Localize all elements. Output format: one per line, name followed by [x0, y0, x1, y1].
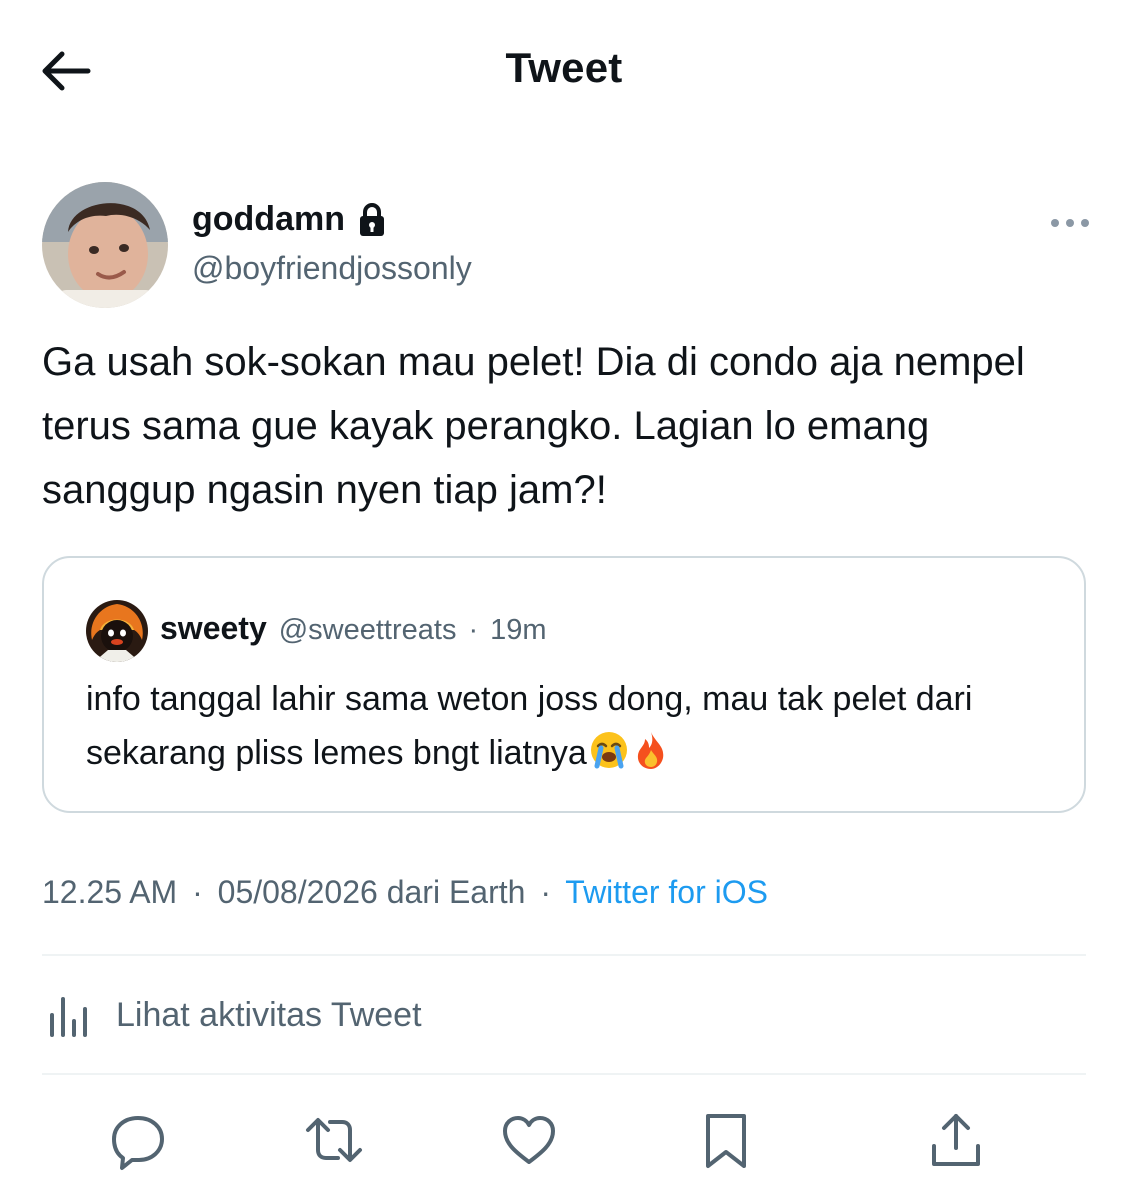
quoted-text-content: info tanggal lahir sama weton joss dong,… — [86, 680, 973, 772]
top-header: Tweet — [0, 0, 1128, 140]
tweet-time: 12.25 AM — [42, 874, 178, 910]
quoted-author-avatar[interactable] — [86, 600, 148, 662]
meta-separator: · — [192, 874, 203, 910]
view-tweet-activity-label: Lihat aktivitas Tweet — [116, 995, 422, 1034]
author-avatar[interactable] — [42, 182, 168, 308]
quoted-author-name: sweety — [160, 610, 267, 646]
bookmark-icon — [706, 1114, 746, 1168]
reply-icon — [112, 1116, 164, 1170]
quoted-tweet-text: info tanggal lahir sama weton joss dong,… — [86, 672, 1056, 780]
quoted-tweet-header: sweety @sweettreats · 19m — [160, 610, 547, 647]
author-handle[interactable]: @boyfriendjossonly — [192, 250, 472, 287]
retweet-button[interactable] — [302, 1108, 366, 1172]
tweet-detail-page: Tweet goddamn @boyfriendjossonly Ga usah… — [0, 0, 1128, 1200]
quoted-separator: · — [468, 614, 479, 646]
tweet-source-link[interactable]: Twitter for iOS — [565, 874, 768, 910]
tweet-metadata: 12.25 AM · 05/08/2026 dari Earth · Twitt… — [42, 874, 768, 911]
more-options-button[interactable] — [1048, 210, 1092, 236]
share-button[interactable] — [924, 1108, 988, 1172]
page-title: Tweet — [505, 44, 623, 91]
lock-icon — [359, 202, 384, 236]
bar-chart-icon — [50, 997, 87, 1037]
quoted-tweet-card[interactable]: sweety @sweettreats · 19m info tanggal l… — [42, 556, 1086, 813]
quoted-timestamp: 19m — [490, 614, 547, 646]
divider — [42, 1073, 1086, 1075]
heart-icon — [503, 1116, 555, 1164]
tweet-action-bar — [0, 1100, 1128, 1180]
reply-button[interactable] — [106, 1108, 170, 1172]
more-horizontal-icon — [1051, 219, 1089, 227]
share-icon — [932, 1114, 980, 1166]
crying-face-emoji — [590, 732, 627, 769]
author-display-name[interactable]: goddamn — [192, 200, 345, 239]
tweet-date-location: 05/08/2026 dari Earth — [217, 874, 526, 910]
like-button[interactable] — [497, 1108, 561, 1172]
meta-separator: · — [540, 874, 551, 910]
author-name-row: goddamn — [192, 200, 387, 239]
bookmark-button[interactable] — [694, 1108, 758, 1172]
divider — [42, 954, 1086, 956]
retweet-icon — [306, 1118, 362, 1162]
quoted-author-handle: @sweettreats — [278, 614, 457, 646]
tweet-text: Ga usah sok-sokan mau pelet! Dia di cond… — [42, 340, 1025, 512]
view-tweet-activity-button[interactable]: Lihat aktivitas Tweet — [42, 980, 422, 1050]
fire-emoji — [637, 732, 664, 769]
